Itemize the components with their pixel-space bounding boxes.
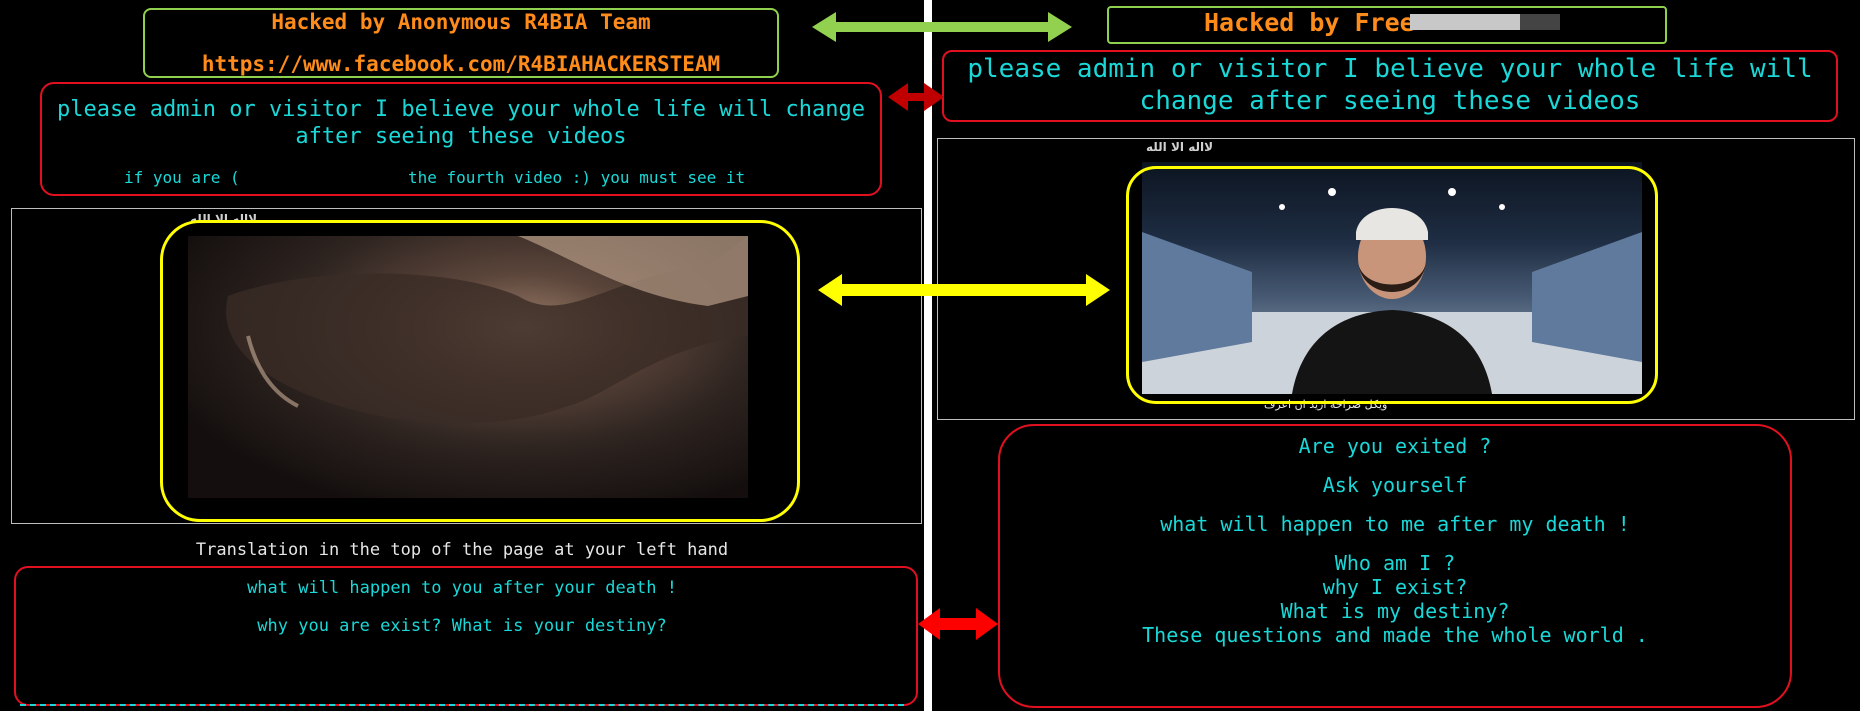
dark-red-arrow: [888, 83, 944, 111]
comparison-arrows: [812, 12, 1110, 640]
green-arrow: [812, 12, 1072, 42]
yellow-arrow: [818, 274, 1110, 306]
red-arrow: [918, 608, 998, 640]
